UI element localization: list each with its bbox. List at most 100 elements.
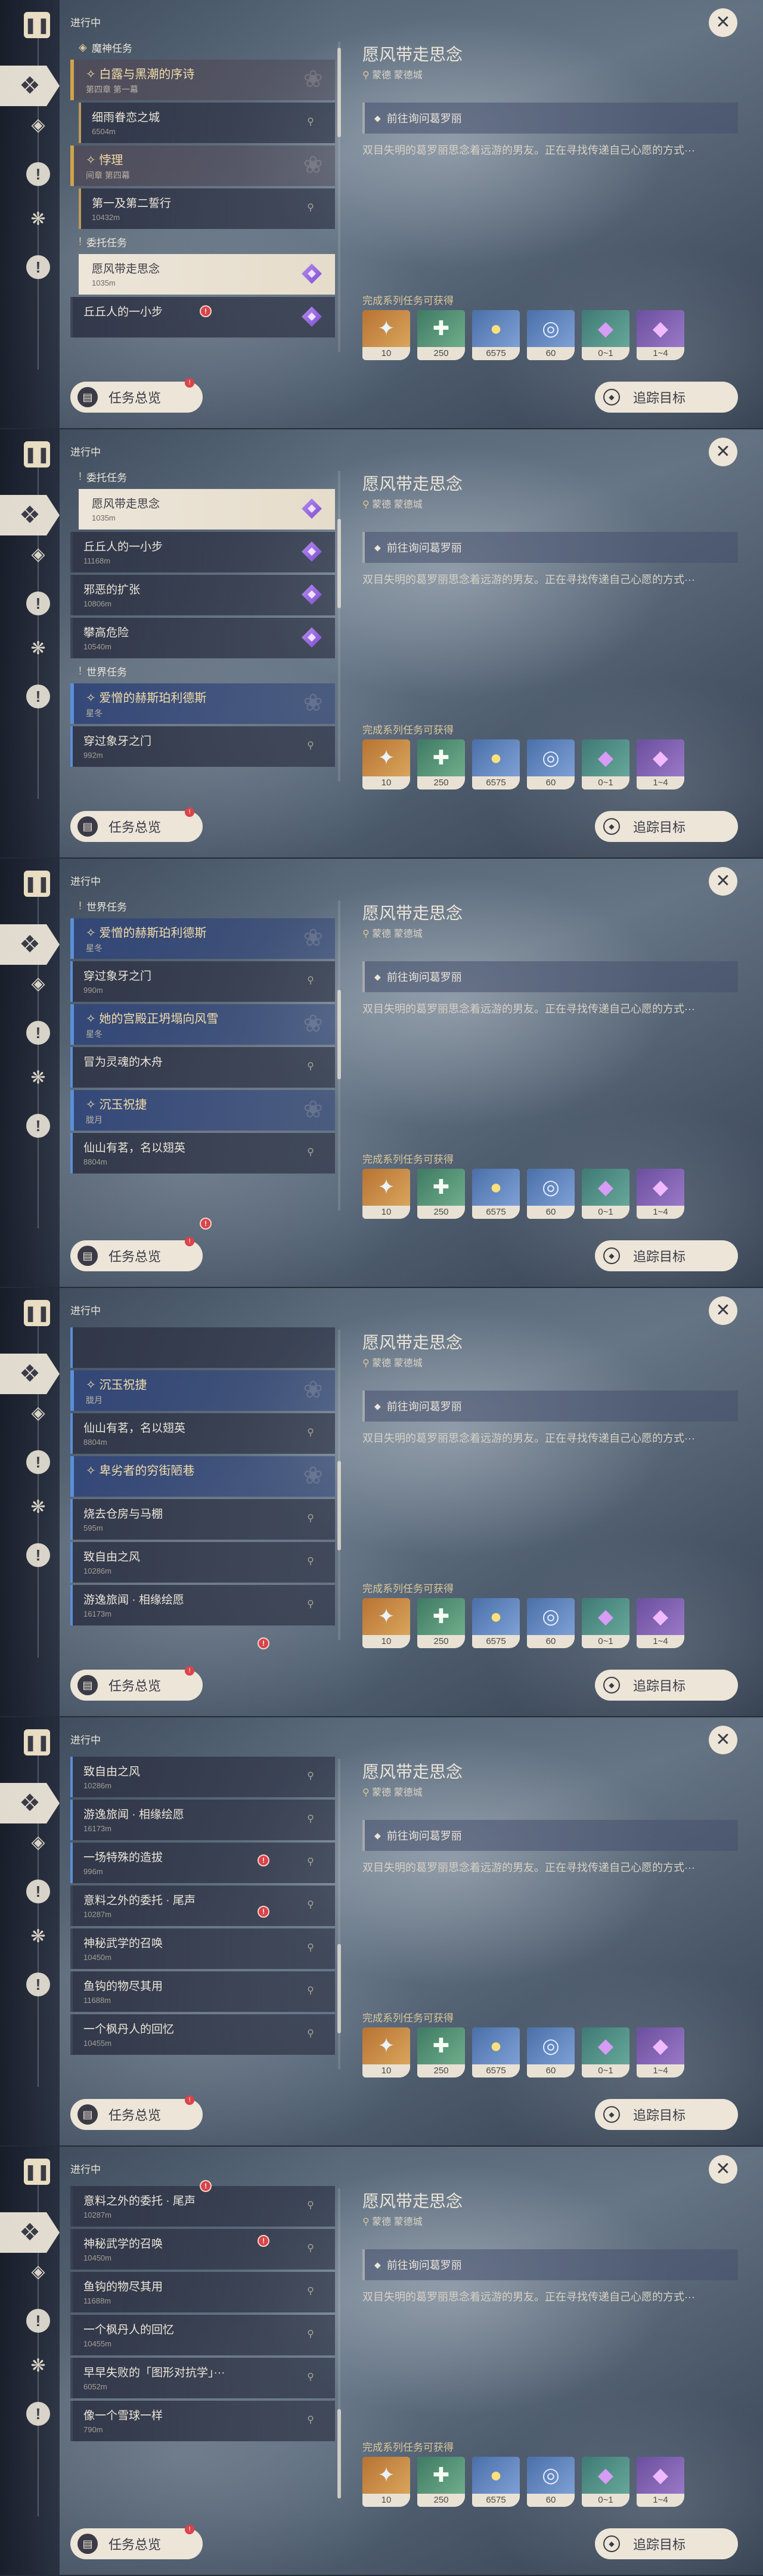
- commission-filter-icon[interactable]: ❖: [0, 1783, 60, 1823]
- quest-group[interactable]: 悖理间章 第四幕 ❀: [70, 145, 335, 186]
- task-overview-button[interactable]: ▤ 任务总览 !: [70, 2525, 203, 2559]
- story-filter-icon[interactable]: !: [26, 1880, 50, 1903]
- event-filter-icon[interactable]: !: [26, 255, 50, 279]
- story-filter-icon[interactable]: !: [26, 592, 50, 615]
- reward-item[interactable]: ◆ 1~4: [637, 2457, 684, 2507]
- map-pin-icon[interactable]: ⚲: [304, 1942, 317, 1955]
- quest-item[interactable]: 一场特殊的造拔 996m ⚲: [70, 1843, 335, 1883]
- quest-item[interactable]: 意料之外的委托 · 尾声 10287m ⚲: [70, 1885, 335, 1926]
- archon-filter-icon[interactable]: ◈: [26, 2260, 50, 2284]
- quest-item[interactable]: 鱼钩的物尽其用 11688m ⚲: [70, 2272, 335, 2312]
- task-overview-button[interactable]: ▤ 任务总览 !: [70, 1237, 203, 1271]
- quest-group[interactable]: 沉玉祝捷胧月 ❀: [70, 1090, 335, 1131]
- reward-item[interactable]: ◆ 0~1: [582, 2027, 629, 2077]
- close-button[interactable]: ✕: [709, 438, 737, 466]
- event-filter-icon[interactable]: !: [26, 1114, 50, 1138]
- quest-item[interactable]: 一个枫丹人的回忆 10455m ⚲: [70, 2315, 335, 2355]
- map-pin-icon[interactable]: ⚲: [304, 116, 317, 129]
- task-overview-button[interactable]: ▤ 任务总览 !: [70, 2095, 203, 2130]
- quest-book-icon[interactable]: ❚❚: [24, 1300, 50, 1326]
- story-filter-icon[interactable]: !: [26, 162, 50, 186]
- reward-item[interactable]: ◎ 60: [527, 1169, 575, 1219]
- list-scrollbar[interactable]: [337, 2409, 341, 2498]
- quest-book-icon[interactable]: ❚❚: [24, 1729, 50, 1755]
- map-pin-icon[interactable]: ⚲: [304, 739, 317, 753]
- quest-item[interactable]: 愿风带走思念 1035m: [79, 489, 335, 530]
- world-filter-icon[interactable]: ❋: [26, 1066, 50, 1090]
- quest-item[interactable]: 丘丘人的一小步: [70, 297, 335, 338]
- reward-item[interactable]: ◎ 60: [527, 1598, 575, 1648]
- list-scrollbar[interactable]: [337, 1944, 341, 2033]
- quest-item[interactable]: 神秘武学的召唤 10450m ⚲: [70, 2229, 335, 2270]
- story-filter-icon[interactable]: !: [26, 2309, 50, 2333]
- map-pin-icon[interactable]: ⚲: [304, 1598, 317, 1611]
- map-pin-icon[interactable]: ⚲: [304, 2371, 317, 2384]
- world-filter-icon[interactable]: ❋: [26, 637, 50, 661]
- reward-item[interactable]: ● 6575: [472, 310, 520, 360]
- reward-item[interactable]: ◆ 0~1: [582, 2457, 629, 2507]
- quest-item[interactable]: 愿风带走思念 1035m: [79, 254, 335, 295]
- reward-item[interactable]: ◆ 0~1: [582, 739, 629, 789]
- archon-filter-icon[interactable]: ◈: [26, 113, 50, 137]
- event-filter-icon[interactable]: !: [26, 685, 50, 708]
- map-pin-icon[interactable]: ⚲: [304, 1813, 317, 1826]
- quest-item[interactable]: 早早失败的「图形对抗学」··· 6052m ⚲: [70, 2358, 335, 2398]
- reward-item[interactable]: ◎ 60: [527, 739, 575, 789]
- quest-item[interactable]: 仙山有茗，名以翅英 8804m ⚲: [70, 1133, 335, 1174]
- quest-item[interactable]: 穿过象牙之门 990m ⚲: [70, 961, 335, 1002]
- world-filter-icon[interactable]: ❋: [26, 1496, 50, 1519]
- quest-item[interactable]: 像一个雪球一样 790m ⚲: [70, 2401, 335, 2441]
- close-button[interactable]: ✕: [709, 867, 737, 896]
- close-button[interactable]: ✕: [709, 8, 737, 37]
- world-filter-icon[interactable]: ❋: [26, 1925, 50, 1949]
- reward-item[interactable]: ◎ 60: [527, 310, 575, 360]
- event-filter-icon[interactable]: !: [26, 1543, 50, 1567]
- quest-item[interactable]: 致自由之风 10286m ⚲: [70, 1757, 335, 1797]
- commission-filter-icon[interactable]: ❖: [0, 495, 60, 535]
- event-filter-icon[interactable]: !: [26, 2402, 50, 2426]
- map-pin-icon[interactable]: ⚲: [304, 1984, 317, 1998]
- story-filter-icon[interactable]: !: [26, 1450, 50, 1474]
- quest-group[interactable]: 爱憎的赫斯珀利德斯星冬 ❀: [70, 918, 335, 959]
- reward-item[interactable]: ● 6575: [472, 1169, 520, 1219]
- reward-item[interactable]: ◆ 1~4: [637, 1169, 684, 1219]
- reward-item[interactable]: ✦ 10: [362, 1169, 410, 1219]
- quest-group[interactable]: 白露与黑潮的序诗第四章 第一幕 ❀: [70, 60, 335, 100]
- commission-filter-icon[interactable]: ❖: [0, 2212, 60, 2253]
- reward-item[interactable]: ✦ 10: [362, 310, 410, 360]
- world-filter-icon[interactable]: ❋: [26, 208, 50, 231]
- event-filter-icon[interactable]: !: [26, 1973, 50, 1996]
- quest-item[interactable]: 一个枫丹人的回忆 10455m ⚲: [70, 2014, 335, 2055]
- reward-item[interactable]: ◎ 60: [527, 2027, 575, 2077]
- reward-item[interactable]: ✚ 250: [417, 1598, 465, 1648]
- map-pin-icon[interactable]: ⚲: [304, 2328, 317, 2341]
- list-scrollbar[interactable]: [337, 990, 341, 1079]
- track-target-button[interactable]: ◆ 追踪目标: [595, 1670, 738, 1701]
- reward-item[interactable]: ◆ 0~1: [582, 1169, 629, 1219]
- reward-item[interactable]: ◎ 60: [527, 2457, 575, 2507]
- track-target-button[interactable]: ◆ 追踪目标: [595, 1240, 738, 1271]
- task-overview-button[interactable]: ▤ 任务总览 !: [70, 807, 203, 842]
- map-pin-icon[interactable]: ⚲: [304, 2199, 317, 2212]
- map-pin-icon[interactable]: ⚲: [304, 2285, 317, 2298]
- reward-item[interactable]: ● 6575: [472, 2457, 520, 2507]
- reward-item[interactable]: ✦ 10: [362, 739, 410, 789]
- map-pin-icon[interactable]: ⚲: [304, 1856, 317, 1869]
- quest-item[interactable]: 攀高危险 10540m: [70, 618, 335, 658]
- quest-item[interactable]: 邪恶的扩张 10806m: [70, 575, 335, 615]
- list-scrollbar[interactable]: [337, 48, 341, 137]
- quest-item[interactable]: 第一及第二誓行 10432m ⚲: [79, 188, 335, 229]
- quest-item[interactable]: 穿过象牙之门 992m ⚲: [70, 726, 335, 767]
- archon-filter-icon[interactable]: ◈: [26, 972, 50, 996]
- quest-item[interactable]: [70, 1327, 335, 1368]
- reward-item[interactable]: ◆ 1~4: [637, 1598, 684, 1648]
- world-filter-icon[interactable]: ❋: [26, 2354, 50, 2378]
- quest-item[interactable]: 丘丘人的一小步 11168m: [70, 532, 335, 572]
- list-scrollbar[interactable]: [337, 519, 341, 608]
- track-target-button[interactable]: ◆ 追踪目标: [595, 2528, 738, 2559]
- quest-item[interactable]: 鱼钩的物尽其用 11688m ⚲: [70, 1971, 335, 2012]
- quest-group[interactable]: 卑劣者的穷街陋巷❀: [70, 1456, 335, 1497]
- reward-item[interactable]: ◆ 1~4: [637, 739, 684, 789]
- map-pin-icon[interactable]: ⚲: [304, 1770, 317, 1783]
- quest-book-icon[interactable]: ❚❚: [24, 871, 50, 897]
